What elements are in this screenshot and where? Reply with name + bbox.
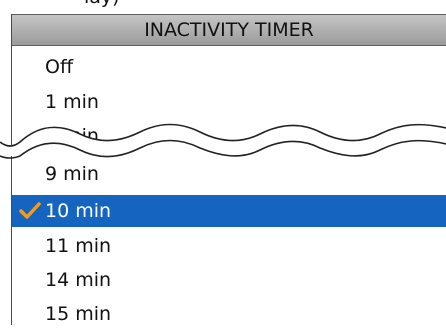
check-icon <box>19 202 41 219</box>
menu-item-label: 14 min <box>45 269 112 291</box>
menu-item-10-min[interactable]: 10 min <box>12 195 446 227</box>
menu-item-label: 15 min <box>45 303 112 325</box>
menu-item-14-min[interactable]: 14 min <box>12 264 446 296</box>
clipped-text: iay) <box>84 0 120 8</box>
menu-item-label: 10 min <box>45 200 112 222</box>
menu-item-label: 9 min <box>45 163 99 185</box>
menu-item-label: 11 min <box>45 235 112 257</box>
menu-item-11-min[interactable]: 11 min <box>12 230 446 262</box>
menu-item-off[interactable]: Off <box>12 51 446 83</box>
wavy-break <box>0 123 446 159</box>
menu-item-label: Off <box>45 56 74 78</box>
menu-title: INACTIVITY TIMER <box>12 14 446 46</box>
menu-item-9-min[interactable]: 9 min <box>12 158 446 190</box>
inactivity-timer-menu: INACTIVITY TIMER Off 1 min 5 min 9 min 1… <box>11 14 446 325</box>
clipped-text-above: iay) <box>0 0 446 14</box>
menu-item-15-min[interactable]: 15 min <box>12 298 446 330</box>
